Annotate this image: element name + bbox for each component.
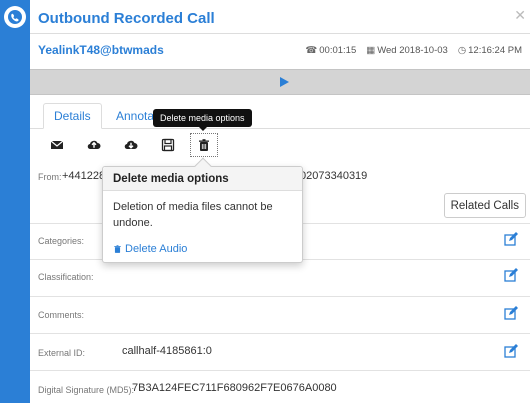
delete-media-popover: Delete media options Deletion of media f… [102,157,303,265]
edit-comments-icon[interactable] [504,306,518,320]
save-button[interactable] [149,133,186,157]
duration: ☎ 00:01:15 [305,45,357,56]
title-divider [30,33,530,34]
tab-details[interactable]: Details [43,103,102,129]
window-title: Outbound Recorded Call [38,10,215,27]
save-icon [161,138,174,152]
row-divider [30,296,530,297]
external-id-value: callhalf-4185861:0 [122,345,212,357]
comments-label: Comments: [38,310,85,320]
signature-label: Digital Signature (MD5): [38,385,135,395]
download-icon [124,140,137,150]
edit-categories-icon[interactable] [504,232,518,246]
call-meta: ☎ 00:01:15 ▦ Wed 2018-10-03 ◷ 12:16:24 PM [305,45,522,56]
upload-button[interactable] [75,133,112,157]
trash-icon [114,245,121,253]
email-button[interactable] [38,133,75,157]
call-time: ◷ 12:16:24 PM [457,45,522,56]
email-icon [50,140,63,149]
from-label: From: [38,172,62,182]
popover-body: Deletion of media files cannot be undone… [103,191,302,265]
row-divider [30,333,530,334]
row-divider [30,370,530,371]
related-calls-button[interactable]: Related Calls [443,193,526,218]
trash-icon [199,139,209,151]
classification-label: Classification: [38,272,94,282]
to-value: 02073340319 [300,170,368,182]
edit-classification-icon[interactable] [504,268,518,282]
popover-title: Delete media options [103,167,302,191]
external-id-label: External ID: [38,348,86,358]
calendar-icon: ▦ [366,45,376,56]
from-value: +441228 [62,170,106,182]
user-name: YealinkT48@btwmads [38,43,164,57]
left-accent-bar [0,0,30,403]
phone-icon: ☎ [305,45,318,56]
upload-icon [87,140,100,150]
app-logo-icon [4,6,26,28]
delete-tooltip: Delete media options [153,109,252,131]
call-date: ▦ Wed 2018-10-03 [366,45,448,56]
play-icon[interactable] [279,77,289,87]
popover-message: Deletion of media files cannot be undone… [113,201,273,229]
clock-icon: ◷ [457,45,467,56]
close-icon[interactable]: ✕ [514,7,526,24]
audio-player[interactable] [30,69,530,95]
delete-audio-link[interactable]: Delete Audio [113,241,292,257]
signature-value: 7B3A124FEC711F680962F7E0676A0080 [132,382,337,394]
categories-label: Categories: [38,236,85,246]
download-button[interactable] [112,133,149,157]
tabs-divider [30,128,530,129]
media-toolbar [38,133,218,157]
delete-media-button[interactable] [190,133,218,157]
edit-external-id-icon[interactable] [504,344,518,358]
